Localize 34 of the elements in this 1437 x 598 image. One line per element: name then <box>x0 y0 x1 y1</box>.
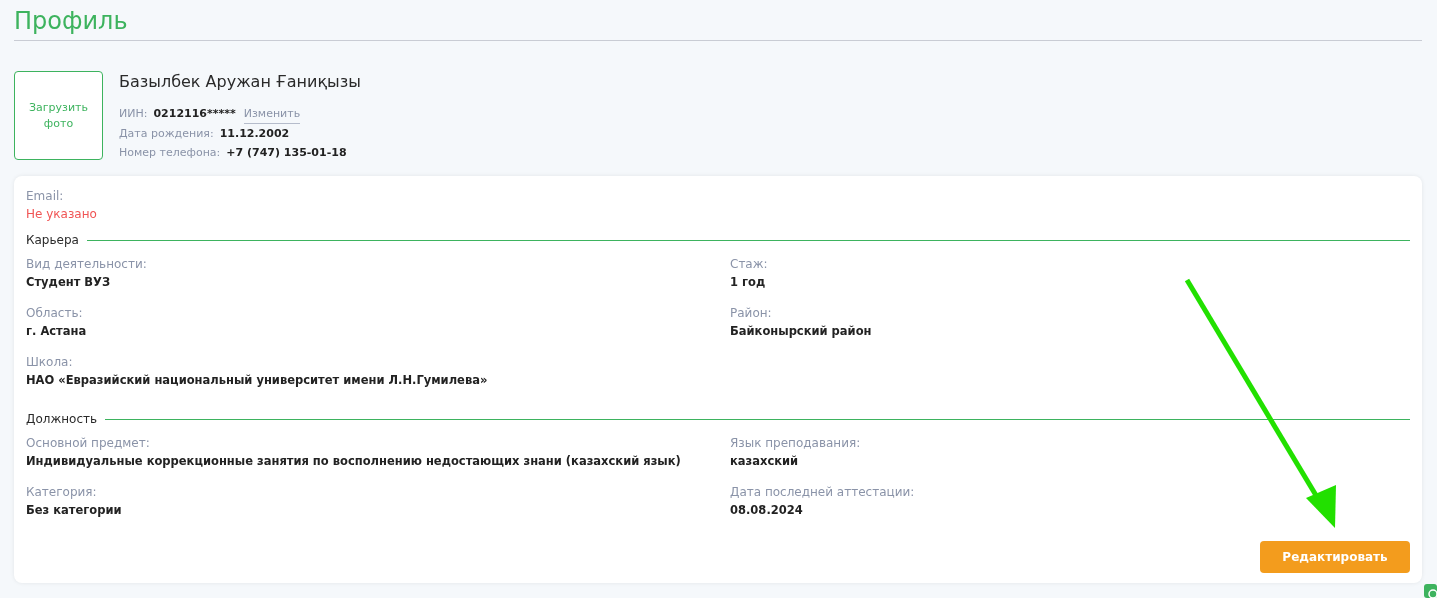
field-value: Без категории <box>26 502 122 519</box>
field-label: Дата последней аттестации: <box>730 484 915 500</box>
detail-value: 11.12.2002 <box>219 126 290 142</box>
field-label: Район: <box>730 305 772 321</box>
field-value: Не указано <box>26 206 97 223</box>
detail-label: ИИН: <box>119 106 148 122</box>
change-link[interactable]: Изменить <box>243 104 301 124</box>
page-title: Профиль <box>14 6 128 37</box>
upload-photo-button[interactable]: Загрузить фото <box>14 71 103 160</box>
field-label: Стаж: <box>730 256 768 272</box>
field-value: казахский <box>730 453 799 470</box>
field-value: 08.08.2024 <box>730 502 803 519</box>
section-title: Должность <box>26 411 98 427</box>
section-title: Карьера <box>26 232 79 248</box>
field-value: Студент ВУЗ <box>26 274 111 291</box>
field-value: Индивидуальные коррекционные занятия по восполнению недостающих знани (казахский язык) <box>26 453 681 470</box>
field-label: Школа: <box>26 354 73 370</box>
detail-value: +7 (747) 135-01-18 <box>226 145 347 161</box>
field-value: НАО «Евразийский национальный университет имени Л.Н.Гумилева» <box>26 372 488 389</box>
field-label: Категория: <box>26 484 97 500</box>
field-value: 1 год <box>730 274 766 291</box>
field-value: г. Астана <box>26 323 87 340</box>
field-value: Байконырский район <box>730 323 872 340</box>
detail-label: Номер телефона: <box>119 145 221 161</box>
detail-label: Дата рождения: <box>119 126 214 142</box>
detail-value: 0212116***** <box>153 106 236 122</box>
field-label: Основной предмет: <box>26 435 150 451</box>
field-label: Вид деятельности: <box>26 256 147 272</box>
help-icon[interactable] <box>1424 584 1437 598</box>
field-label: Email: <box>26 188 64 204</box>
field-label: Язык преподавания: <box>730 435 861 451</box>
edit-button[interactable]: Редактировать <box>1260 541 1410 573</box>
user-name: Базылбек Аружан Ғаниқызы <box>119 72 361 92</box>
field-label: Область: <box>26 305 83 321</box>
